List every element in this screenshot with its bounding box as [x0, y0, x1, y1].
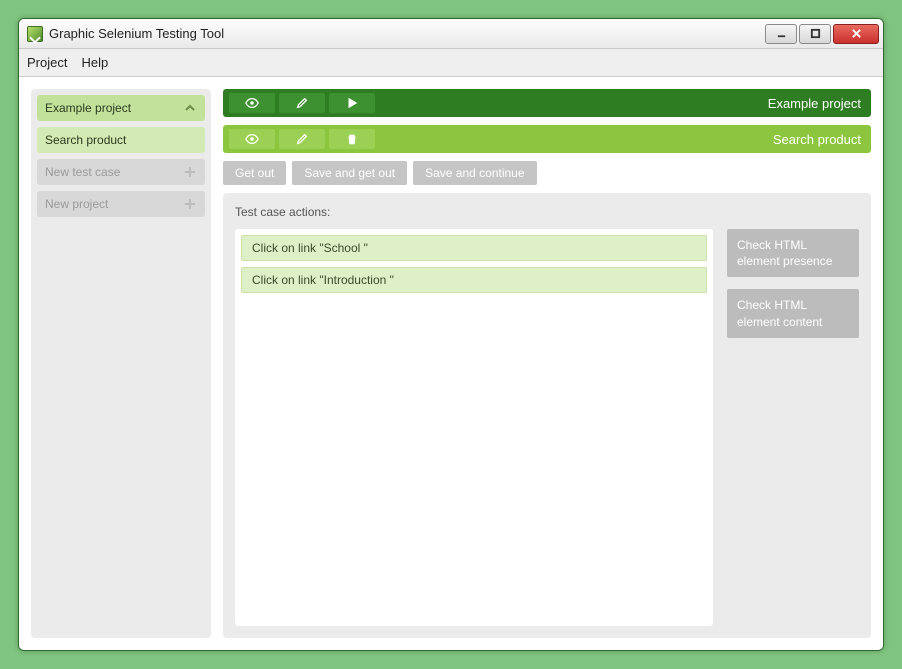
plus-icon [183, 165, 197, 179]
testcase-view-button[interactable] [229, 129, 275, 149]
testcase-delete-button[interactable] [329, 129, 375, 149]
sidebar-item-label: Example project [45, 101, 131, 115]
window-title: Graphic Selenium Testing Tool [49, 26, 765, 41]
palette-check-content[interactable]: Check HTML element content [727, 289, 859, 337]
save-continue-button[interactable]: Save and continue [413, 161, 536, 185]
sidebar-item-label: New test case [45, 165, 120, 179]
get-out-button[interactable]: Get out [223, 161, 286, 185]
project-edit-button[interactable] [279, 93, 325, 113]
eye-icon [245, 132, 259, 146]
workspace-heading: Test case actions: [235, 205, 713, 219]
minimize-icon [776, 28, 787, 39]
titlebar: Graphic Selenium Testing Tool [19, 19, 883, 49]
pencil-icon [295, 132, 309, 146]
project-run-button[interactable] [329, 93, 375, 113]
app-icon [27, 26, 43, 42]
app-window: Graphic Selenium Testing Tool Project He… [18, 18, 884, 651]
menu-help[interactable]: Help [81, 55, 108, 70]
menu-project[interactable]: Project [27, 55, 67, 70]
testcase-edit-button[interactable] [279, 129, 325, 149]
sidebar-item-project[interactable]: Example project [37, 95, 205, 121]
workspace-left: Test case actions: Click on link "School… [235, 205, 713, 626]
project-bar: Example project [223, 89, 871, 117]
sidebar-item-testcase[interactable]: Search product [37, 127, 205, 153]
maximize-button[interactable] [799, 24, 831, 44]
project-bar-title: Example project [768, 96, 861, 111]
menubar: Project Help [19, 49, 883, 77]
action-item[interactable]: Click on link "Introduction " [241, 267, 707, 293]
close-icon [851, 28, 862, 39]
testcase-bar-title: Search product [773, 132, 861, 147]
plus-icon [183, 197, 197, 211]
main: Example project Search product Get out S… [223, 89, 871, 638]
minimize-button[interactable] [765, 24, 797, 44]
save-get-out-button[interactable]: Save and get out [292, 161, 407, 185]
sidebar-item-new-testcase[interactable]: New test case [37, 159, 205, 185]
pencil-icon [295, 96, 309, 110]
close-button[interactable] [833, 24, 879, 44]
project-view-button[interactable] [229, 93, 275, 113]
action-palette: Check HTML element presence Check HTML e… [727, 205, 859, 626]
sidebar-item-label: New project [45, 197, 108, 211]
window-controls [765, 24, 879, 44]
play-icon [345, 96, 359, 110]
workspace: Test case actions: Click on link "School… [223, 193, 871, 638]
eye-icon [245, 96, 259, 110]
testcase-bar: Search product [223, 125, 871, 153]
sidebar-item-label: Search product [45, 133, 126, 147]
maximize-icon [810, 28, 821, 39]
sidebar-item-new-project[interactable]: New project [37, 191, 205, 217]
trash-icon [345, 132, 359, 146]
action-item[interactable]: Click on link "School " [241, 235, 707, 261]
action-list: Click on link "School " Click on link "I… [235, 229, 713, 626]
chevron-up-icon [183, 101, 197, 115]
sidebar: Example project Search product New test … [31, 89, 211, 638]
save-actions-row: Get out Save and get out Save and contin… [223, 161, 871, 185]
palette-check-presence[interactable]: Check HTML element presence [727, 229, 859, 277]
body: Example project Search product New test … [19, 77, 883, 650]
